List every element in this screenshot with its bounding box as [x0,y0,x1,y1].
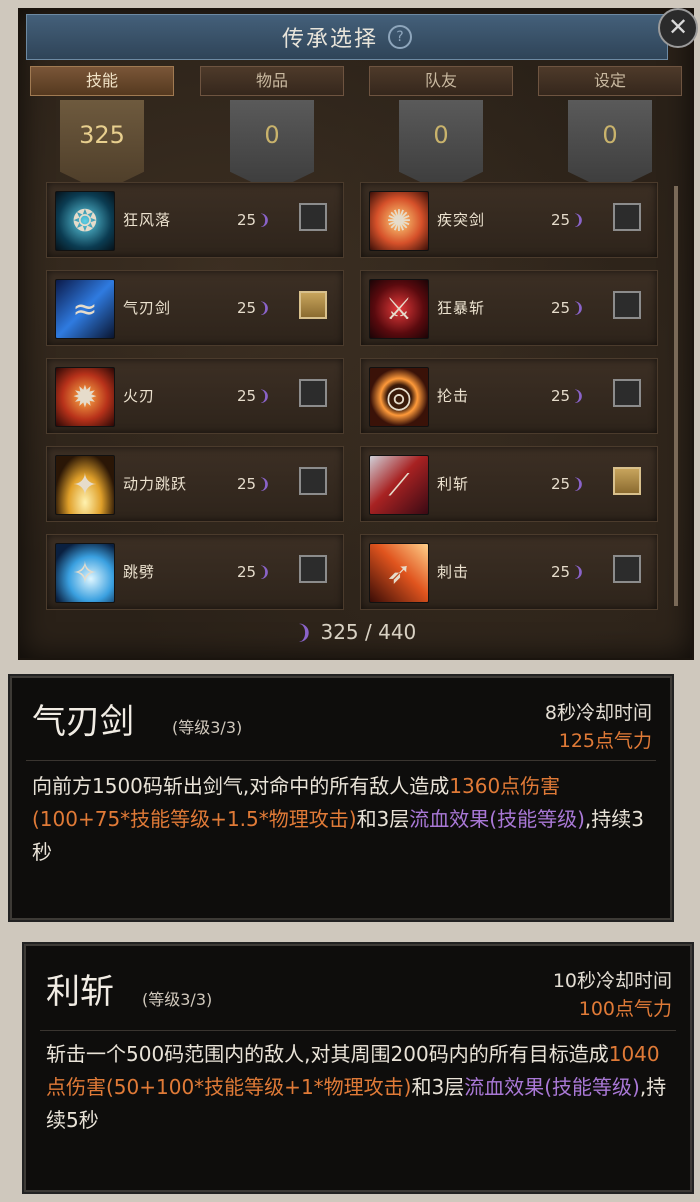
skill-card-kuangbaozhan[interactable]: ⚔ 狂暴斩 25 ❩ [360,270,658,346]
skill-checkbox[interactable] [299,467,327,495]
close-icon: ✕ [667,13,689,41]
panel-title: 传承选择 [281,27,378,52]
skill-cost: 25 ❩ [237,299,271,317]
skill-checkbox[interactable] [299,379,327,407]
skill-name: 利斩 [437,475,470,493]
qi-icon: ❩ [258,475,271,493]
skill-card-jitujian[interactable]: ✺ 疾突剑 25 ❩ [360,182,658,258]
scrollbar-thumb[interactable] [674,186,678,606]
skill-name: 抡击 [437,387,470,405]
skill-checkbox[interactable] [613,555,641,583]
skill-list-scrollbar[interactable] [674,186,678,606]
tooltip-cooldown: 8秒冷却时间 [544,702,652,724]
qi-icon: ❩ [258,387,271,405]
skill-checkbox[interactable] [299,291,327,319]
tooltip-skill-name: 气刃剑 [32,702,134,742]
whirl-icon: ❂ [55,191,115,251]
close-button[interactable]: ✕ [658,8,698,48]
points-total: ❩ 325 / 440 [295,620,417,644]
tooltip-description: 斩击一个500码范围内的敌人,对其周围200码内的所有目标造成1040点伤害(5… [46,1042,667,1132]
skill-name: 气刃剑 [123,299,172,317]
banner-teammates-points: 0 [399,100,483,192]
skill-checkbox[interactable] [613,291,641,319]
skill-checkbox[interactable] [299,555,327,583]
skill-checkbox[interactable] [613,203,641,231]
tab-settings[interactable]: 设定 [538,66,682,96]
inheritance-panel: 传承选择 ? ✕ 技能 物品 队友 设定 325 0 0 0 ❂ 狂风落 25 ❩… [18,8,698,660]
skill-checkbox[interactable] [613,379,641,407]
skill-cost: 25 ❩ [237,563,271,581]
skill-card-tiaopi[interactable]: ✧ 跳劈 25 ❩ [46,534,344,610]
fire-blade-icon: ✹ [55,367,115,427]
qi-icon: ❩ [295,620,313,644]
tooltip-cost: 125点气力 [558,730,652,752]
skill-tooltip-qirenjian: 气刃剑 (等级3/3) 8秒冷却时间 125点气力 向前方1500码斩出剑气,对… [10,676,672,920]
stab-icon: ➶ [369,543,429,603]
jump-cleave-icon: ✧ [55,543,115,603]
skill-name: 刺击 [437,563,470,581]
qi-icon: ❩ [572,563,585,581]
tab-teammates[interactable]: 队友 [369,66,513,96]
skill-checkbox[interactable] [299,203,327,231]
tooltip-skill-name: 利斩 [46,972,114,1012]
help-icon[interactable]: ? [388,25,412,49]
qi-icon: ❩ [572,475,585,493]
tab-items[interactable]: 物品 [200,66,344,96]
swing-icon: ◎ [369,367,429,427]
qi-icon: ❩ [572,387,585,405]
banner-skills-points: 325 [60,100,144,192]
sharp-slash-icon: ⟋ [369,455,429,515]
skill-card-ciji[interactable]: ➶ 刺击 25 ❩ [360,534,658,610]
skill-cost: 25 ❩ [237,387,271,405]
blade-wind-icon: ≈ [55,279,115,339]
skill-name: 狂风落 [123,211,172,229]
skill-card-donglitiaoyue[interactable]: ✦ 动力跳跃 25 ❩ [46,446,344,522]
qi-icon: ❩ [572,299,585,317]
skill-cost: 25 ❩ [551,299,585,317]
skill-cost: 25 ❩ [551,211,585,229]
skill-cost: 25 ❩ [551,387,585,405]
skill-tooltip-lizhan: 利斩 (等级3/3) 10秒冷却时间 100点气力 斩击一个500码范围内的敌人… [24,944,692,1192]
tooltip-divider [40,1030,676,1031]
tooltip-description: 向前方1500码斩出剑气,对命中的所有敌人造成1360点伤害(100+75*技能… [32,774,644,864]
skill-card-lunji[interactable]: ◎ 抡击 25 ❩ [360,358,658,434]
skill-cost: 25 ❩ [551,475,585,493]
skill-card-huoren[interactable]: ✹ 火刃 25 ❩ [46,358,344,434]
tooltip-skill-level: (等级3/3) [172,718,243,737]
qi-icon: ❩ [572,211,585,229]
qi-icon: ❩ [258,563,271,581]
frenzy-slash-icon: ⚔ [369,279,429,339]
skill-name: 动力跳跃 [123,475,188,493]
skill-checkbox[interactable] [613,467,641,495]
skill-card-lizhan[interactable]: ⟋ 利斩 25 ❩ [360,446,658,522]
tab-bar: 技能 物品 队友 设定 [30,66,682,96]
tooltip-divider [26,760,656,761]
skill-card-qirenjian[interactable]: ≈ 气刃剑 25 ❩ [46,270,344,346]
skill-cost: 25 ❩ [237,475,271,493]
skill-cost: 25 ❩ [237,211,271,229]
skill-name: 疾突剑 [437,211,486,229]
skill-name: 跳劈 [123,563,156,581]
qi-icon: ❩ [258,211,271,229]
banner-items-points: 0 [230,100,314,192]
qi-icon: ❩ [258,299,271,317]
tooltip-cost: 100点气力 [578,998,672,1020]
tooltip-cooldown: 10秒冷却时间 [552,970,672,992]
power-jump-icon: ✦ [55,455,115,515]
banner-settings-points: 0 [568,100,652,192]
tab-skills[interactable]: 技能 [30,66,174,96]
panel-title-bar: 传承选择 ? [26,14,668,60]
skill-name: 狂暴斩 [437,299,486,317]
skill-name: 火刃 [123,387,156,405]
skill-card-kuangfengluo[interactable]: ❂ 狂风落 25 ❩ [46,182,344,258]
skill-cost: 25 ❩ [551,563,585,581]
burst-icon: ✺ [369,191,429,251]
tooltip-skill-level: (等级3/3) [142,990,213,1009]
